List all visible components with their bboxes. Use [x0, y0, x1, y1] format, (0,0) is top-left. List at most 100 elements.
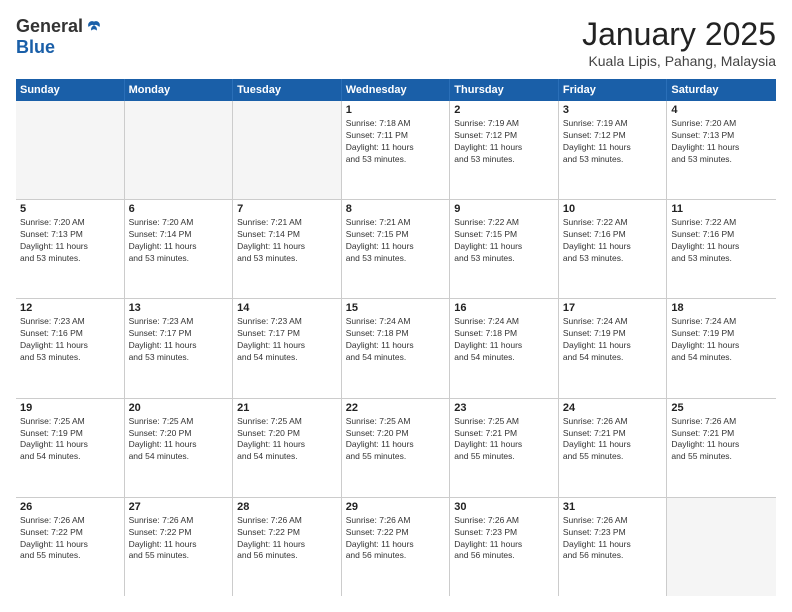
day-info: Sunrise: 7:24 AM Sunset: 7:19 PM Dayligh… [563, 316, 663, 364]
day-info: Sunrise: 7:25 AM Sunset: 7:19 PM Dayligh… [20, 416, 120, 464]
day-info: Sunrise: 7:24 AM Sunset: 7:19 PM Dayligh… [671, 316, 772, 364]
calendar-cell: 26 Sunrise: 7:26 AM Sunset: 7:22 PM Dayli… [16, 498, 125, 596]
weekday-header-friday: Friday [559, 79, 668, 101]
calendar-cell: 20 Sunrise: 7:25 AM Sunset: 7:20 PM Dayli… [125, 399, 234, 497]
day-number: 5 [20, 203, 120, 215]
day-info: Sunrise: 7:26 AM Sunset: 7:22 PM Dayligh… [20, 515, 120, 563]
title-block: January 2025 Kuala Lipis, Pahang, Malays… [582, 16, 776, 69]
day-number: 29 [346, 501, 446, 513]
calendar-cell: 24Sunrise: 7:26 AM Sunset: 7:21 PM Dayli… [559, 399, 668, 497]
day-info: Sunrise: 7:22 AM Sunset: 7:15 PM Dayligh… [454, 217, 554, 265]
calendar-cell [667, 498, 776, 596]
calendar-body: 1 Sunrise: 7:18 AM Sunset: 7:11 PM Daylig… [16, 101, 776, 596]
calendar-cell: 17 Sunrise: 7:24 AM Sunset: 7:19 PM Dayli… [559, 299, 668, 397]
calendar-cell: 21Sunrise: 7:25 AM Sunset: 7:20 PM Dayli… [233, 399, 342, 497]
day-number: 19 [20, 402, 120, 414]
calendar-week-5: 26 Sunrise: 7:26 AM Sunset: 7:22 PM Dayli… [16, 498, 776, 596]
day-info: Sunrise: 7:26 AM Sunset: 7:23 PM Dayligh… [563, 515, 663, 563]
day-info: Sunrise: 7:26 AM Sunset: 7:22 PM Dayligh… [346, 515, 446, 563]
calendar-week-1: 1 Sunrise: 7:18 AM Sunset: 7:11 PM Daylig… [16, 101, 776, 200]
logo-blue-text: Blue [16, 37, 55, 58]
calendar-cell: 18 Sunrise: 7:24 AM Sunset: 7:19 PM Dayli… [667, 299, 776, 397]
day-info: Sunrise: 7:21 AM Sunset: 7:14 PM Dayligh… [237, 217, 337, 265]
weekday-header-sunday: Sunday [16, 79, 125, 101]
day-number: 2 [454, 104, 554, 116]
day-number: 16 [454, 302, 554, 314]
calendar-cell: 22 Sunrise: 7:25 AM Sunset: 7:20 PM Dayli… [342, 399, 451, 497]
calendar-cell: 3 Sunrise: 7:19 AM Sunset: 7:12 PM Daylig… [559, 101, 668, 199]
weekday-header-saturday: Saturday [667, 79, 776, 101]
calendar-cell: 15Sunrise: 7:24 AM Sunset: 7:18 PM Dayli… [342, 299, 451, 397]
day-info: Sunrise: 7:25 AM Sunset: 7:20 PM Dayligh… [346, 416, 446, 464]
day-info: Sunrise: 7:24 AM Sunset: 7:18 PM Dayligh… [454, 316, 554, 364]
page: General Blue January 2025 Kuala Lipis, P… [0, 0, 792, 612]
calendar-cell: 14Sunrise: 7:23 AM Sunset: 7:17 PM Dayli… [233, 299, 342, 397]
day-number: 27 [129, 501, 229, 513]
weekday-header-monday: Monday [125, 79, 234, 101]
day-info: Sunrise: 7:20 AM Sunset: 7:14 PM Dayligh… [129, 217, 229, 265]
day-number: 15 [346, 302, 446, 314]
calendar-cell: 25 Sunrise: 7:26 AM Sunset: 7:21 PM Dayli… [667, 399, 776, 497]
logo-bird-icon [85, 18, 103, 36]
calendar-cell: 13Sunrise: 7:23 AM Sunset: 7:17 PM Dayli… [125, 299, 234, 397]
day-number: 7 [237, 203, 337, 215]
day-info: Sunrise: 7:26 AM Sunset: 7:21 PM Dayligh… [671, 416, 772, 464]
day-info: Sunrise: 7:25 AM Sunset: 7:20 PM Dayligh… [237, 416, 337, 464]
calendar-cell: 8 Sunrise: 7:21 AM Sunset: 7:15 PM Daylig… [342, 200, 451, 298]
day-number: 3 [563, 104, 663, 116]
day-number: 18 [671, 302, 772, 314]
day-info: Sunrise: 7:23 AM Sunset: 7:17 PM Dayligh… [129, 316, 229, 364]
day-info: Sunrise: 7:19 AM Sunset: 7:12 PM Dayligh… [563, 118, 663, 166]
day-info: Sunrise: 7:25 AM Sunset: 7:20 PM Dayligh… [129, 416, 229, 464]
calendar-cell: 11 Sunrise: 7:22 AM Sunset: 7:16 PM Dayli… [667, 200, 776, 298]
day-info: Sunrise: 7:18 AM Sunset: 7:11 PM Dayligh… [346, 118, 446, 166]
day-number: 17 [563, 302, 663, 314]
calendar-cell: 1 Sunrise: 7:18 AM Sunset: 7:11 PM Daylig… [342, 101, 451, 199]
calendar-cell: 28 Sunrise: 7:26 AM Sunset: 7:22 PM Dayli… [233, 498, 342, 596]
header: General Blue January 2025 Kuala Lipis, P… [16, 16, 776, 69]
day-number: 12 [20, 302, 120, 314]
calendar-cell: 31 Sunrise: 7:26 AM Sunset: 7:23 PM Dayli… [559, 498, 668, 596]
calendar: SundayMondayTuesdayWednesdayThursdayFrid… [16, 79, 776, 596]
day-number: 25 [671, 402, 772, 414]
day-number: 23 [454, 402, 554, 414]
day-info: Sunrise: 7:22 AM Sunset: 7:16 PM Dayligh… [671, 217, 772, 265]
calendar-cell [233, 101, 342, 199]
day-number: 26 [20, 501, 120, 513]
weekday-header-thursday: Thursday [450, 79, 559, 101]
weekday-header-wednesday: Wednesday [342, 79, 451, 101]
day-number: 4 [671, 104, 772, 116]
day-number: 10 [563, 203, 663, 215]
day-info: Sunrise: 7:23 AM Sunset: 7:16 PM Dayligh… [20, 316, 120, 364]
weekday-header-tuesday: Tuesday [233, 79, 342, 101]
calendar-week-2: 5Sunrise: 7:20 AM Sunset: 7:13 PM Daylig… [16, 200, 776, 299]
calendar-week-4: 19 Sunrise: 7:25 AM Sunset: 7:19 PM Dayli… [16, 399, 776, 498]
location: Kuala Lipis, Pahang, Malaysia [582, 53, 776, 69]
day-info: Sunrise: 7:26 AM Sunset: 7:22 PM Dayligh… [237, 515, 337, 563]
logo: General Blue [16, 16, 103, 58]
day-number: 30 [454, 501, 554, 513]
calendar-cell: 29 Sunrise: 7:26 AM Sunset: 7:22 PM Dayli… [342, 498, 451, 596]
day-number: 14 [237, 302, 337, 314]
calendar-cell: 27Sunrise: 7:26 AM Sunset: 7:22 PM Dayli… [125, 498, 234, 596]
day-number: 6 [129, 203, 229, 215]
calendar-cell: 2 Sunrise: 7:19 AM Sunset: 7:12 PM Daylig… [450, 101, 559, 199]
day-number: 20 [129, 402, 229, 414]
day-info: Sunrise: 7:19 AM Sunset: 7:12 PM Dayligh… [454, 118, 554, 166]
day-info: Sunrise: 7:26 AM Sunset: 7:23 PM Dayligh… [454, 515, 554, 563]
calendar-cell: 6 Sunrise: 7:20 AM Sunset: 7:14 PM Daylig… [125, 200, 234, 298]
day-number: 31 [563, 501, 663, 513]
calendar-cell: 5Sunrise: 7:20 AM Sunset: 7:13 PM Daylig… [16, 200, 125, 298]
day-number: 28 [237, 501, 337, 513]
day-info: Sunrise: 7:21 AM Sunset: 7:15 PM Dayligh… [346, 217, 446, 265]
calendar-cell: 7 Sunrise: 7:21 AM Sunset: 7:14 PM Daylig… [233, 200, 342, 298]
day-number: 1 [346, 104, 446, 116]
calendar-cell: 12 Sunrise: 7:23 AM Sunset: 7:16 PM Dayli… [16, 299, 125, 397]
day-number: 24 [563, 402, 663, 414]
calendar-cell: 19 Sunrise: 7:25 AM Sunset: 7:19 PM Dayli… [16, 399, 125, 497]
day-number: 11 [671, 203, 772, 215]
calendar-week-3: 12 Sunrise: 7:23 AM Sunset: 7:16 PM Dayli… [16, 299, 776, 398]
calendar-cell: 4Sunrise: 7:20 AM Sunset: 7:13 PM Daylig… [667, 101, 776, 199]
day-number: 22 [346, 402, 446, 414]
day-number: 8 [346, 203, 446, 215]
